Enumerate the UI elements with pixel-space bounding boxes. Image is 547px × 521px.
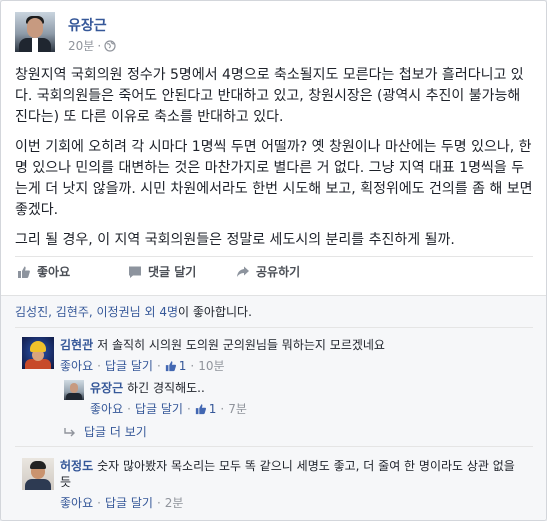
commenter-avatar[interactable]	[22, 458, 54, 490]
comment-like-count[interactable]: 1	[179, 359, 187, 373]
comment-meta: 좋아요 · 답글 달기 · 1 · 7분	[90, 400, 247, 417]
comment-like-link[interactable]: 좋아요	[60, 494, 93, 511]
comment-body: 저 솔직히 시의원 도의원 군의원님들 뭐하는지 모르겠네요	[97, 338, 385, 352]
commenter-name[interactable]: 유장근	[90, 381, 123, 395]
post-paragraph: 창원지역 국회의원 정수가 5명에서 4명으로 축소될지도 모른다는 첩보가 흘…	[15, 67, 524, 125]
comment-reply-link[interactable]: 답글 달기	[105, 494, 153, 511]
comment-meta: 좋아요 · 답글 달기 · 1 · 10분	[60, 357, 225, 374]
comment-reply-link[interactable]: 답글 달기	[135, 400, 183, 417]
comment-meta: 좋아요 · 답글 달기 · 2분	[60, 494, 184, 511]
like-count-icon	[195, 403, 206, 414]
post-card: 유장근 20분 · 창원지역 국회의원 정수가 5명에서 4명으로 축소될지도 모…	[0, 0, 547, 521]
commenter-name[interactable]: 허정도	[60, 459, 93, 473]
comment-time[interactable]: 10분	[198, 357, 224, 374]
share-icon	[237, 266, 249, 277]
comment-time[interactable]: 2분	[165, 494, 184, 511]
reply-arrow-icon	[64, 427, 75, 436]
comment-time[interactable]: 7분	[228, 400, 247, 417]
comment-body: 하긴 경직해도..	[127, 381, 205, 395]
comment-icon	[129, 266, 141, 278]
globe-icon[interactable]	[104, 40, 116, 55]
divider	[15, 446, 533, 447]
comment-button[interactable]: 댓글 달기	[128, 263, 196, 280]
author-avatar[interactable]	[15, 12, 55, 52]
comment-reply-link[interactable]: 답글 달기	[105, 357, 153, 374]
post-paragraph: 그리 될 경우, 이 지역 국회의원들은 정말로 세도시의 분리를 추진하게 될…	[15, 232, 455, 248]
divider	[15, 256, 533, 257]
likes-suffix: 이 좋아합니다.	[178, 305, 252, 319]
post-meta: 20분 ·	[68, 37, 116, 55]
more-replies-link[interactable]: 답글 더 보기	[64, 423, 147, 440]
likers-link[interactable]: 김성진, 김현주, 이정권님 외 4명	[15, 305, 178, 319]
thumbs-up-icon	[18, 266, 30, 278]
comment-text: 허정도 숫자 많아봤자 목소리는 모두 똑 같으니 세명도 좋고, 더 줄여 한 …	[60, 458, 520, 490]
post-body: 창원지역 국회의원 정수가 5명에서 4명으로 축소될지도 모른다는 첩보가 흘…	[15, 65, 533, 260]
comment-like-link[interactable]: 좋아요	[90, 400, 123, 417]
commenter-name[interactable]: 김현관	[60, 338, 93, 352]
commenter-avatar[interactable]	[22, 337, 54, 369]
share-button[interactable]: 공유하기	[236, 263, 300, 280]
comment-text: 유장근 하긴 경직해도..	[90, 380, 520, 396]
comment-label: 댓글 달기	[148, 265, 197, 279]
divider	[15, 327, 533, 328]
comment-text: 김현관 저 솔직히 시의원 도의원 군의원님들 뭐하는지 모르겠네요	[60, 337, 530, 353]
like-button[interactable]: 좋아요	[17, 263, 70, 280]
comments-section: 김성진, 김현주, 이정권님 외 4명이 좋아합니다. 김현관 저 솔직히 시의원…	[1, 295, 546, 520]
likes-summary: 김성진, 김현주, 이정권님 외 4명이 좋아합니다.	[15, 303, 252, 320]
commenter-avatar[interactable]	[64, 380, 84, 400]
author-name[interactable]: 유장근	[68, 15, 107, 35]
share-label: 공유하기	[256, 265, 301, 279]
post-timestamp[interactable]: 20분	[68, 39, 94, 53]
like-label: 좋아요	[37, 265, 71, 279]
comment-like-count[interactable]: 1	[209, 402, 217, 416]
post-paragraph: 이번 기회에 오히려 각 시마다 1명씩 두면 어떨까? 옛 창원이나 마산에는…	[15, 139, 533, 218]
like-count-icon	[165, 360, 176, 371]
comment-like-link[interactable]: 좋아요	[60, 357, 93, 374]
action-bar: 좋아요 댓글 달기 공유하기	[15, 263, 533, 287]
comment-body: 숫자 많아봤자 목소리는 모두 똑 같으니 세명도 좋고, 더 줄여 한 명이라…	[60, 459, 515, 489]
more-replies-label: 답글 더 보기	[84, 425, 147, 439]
